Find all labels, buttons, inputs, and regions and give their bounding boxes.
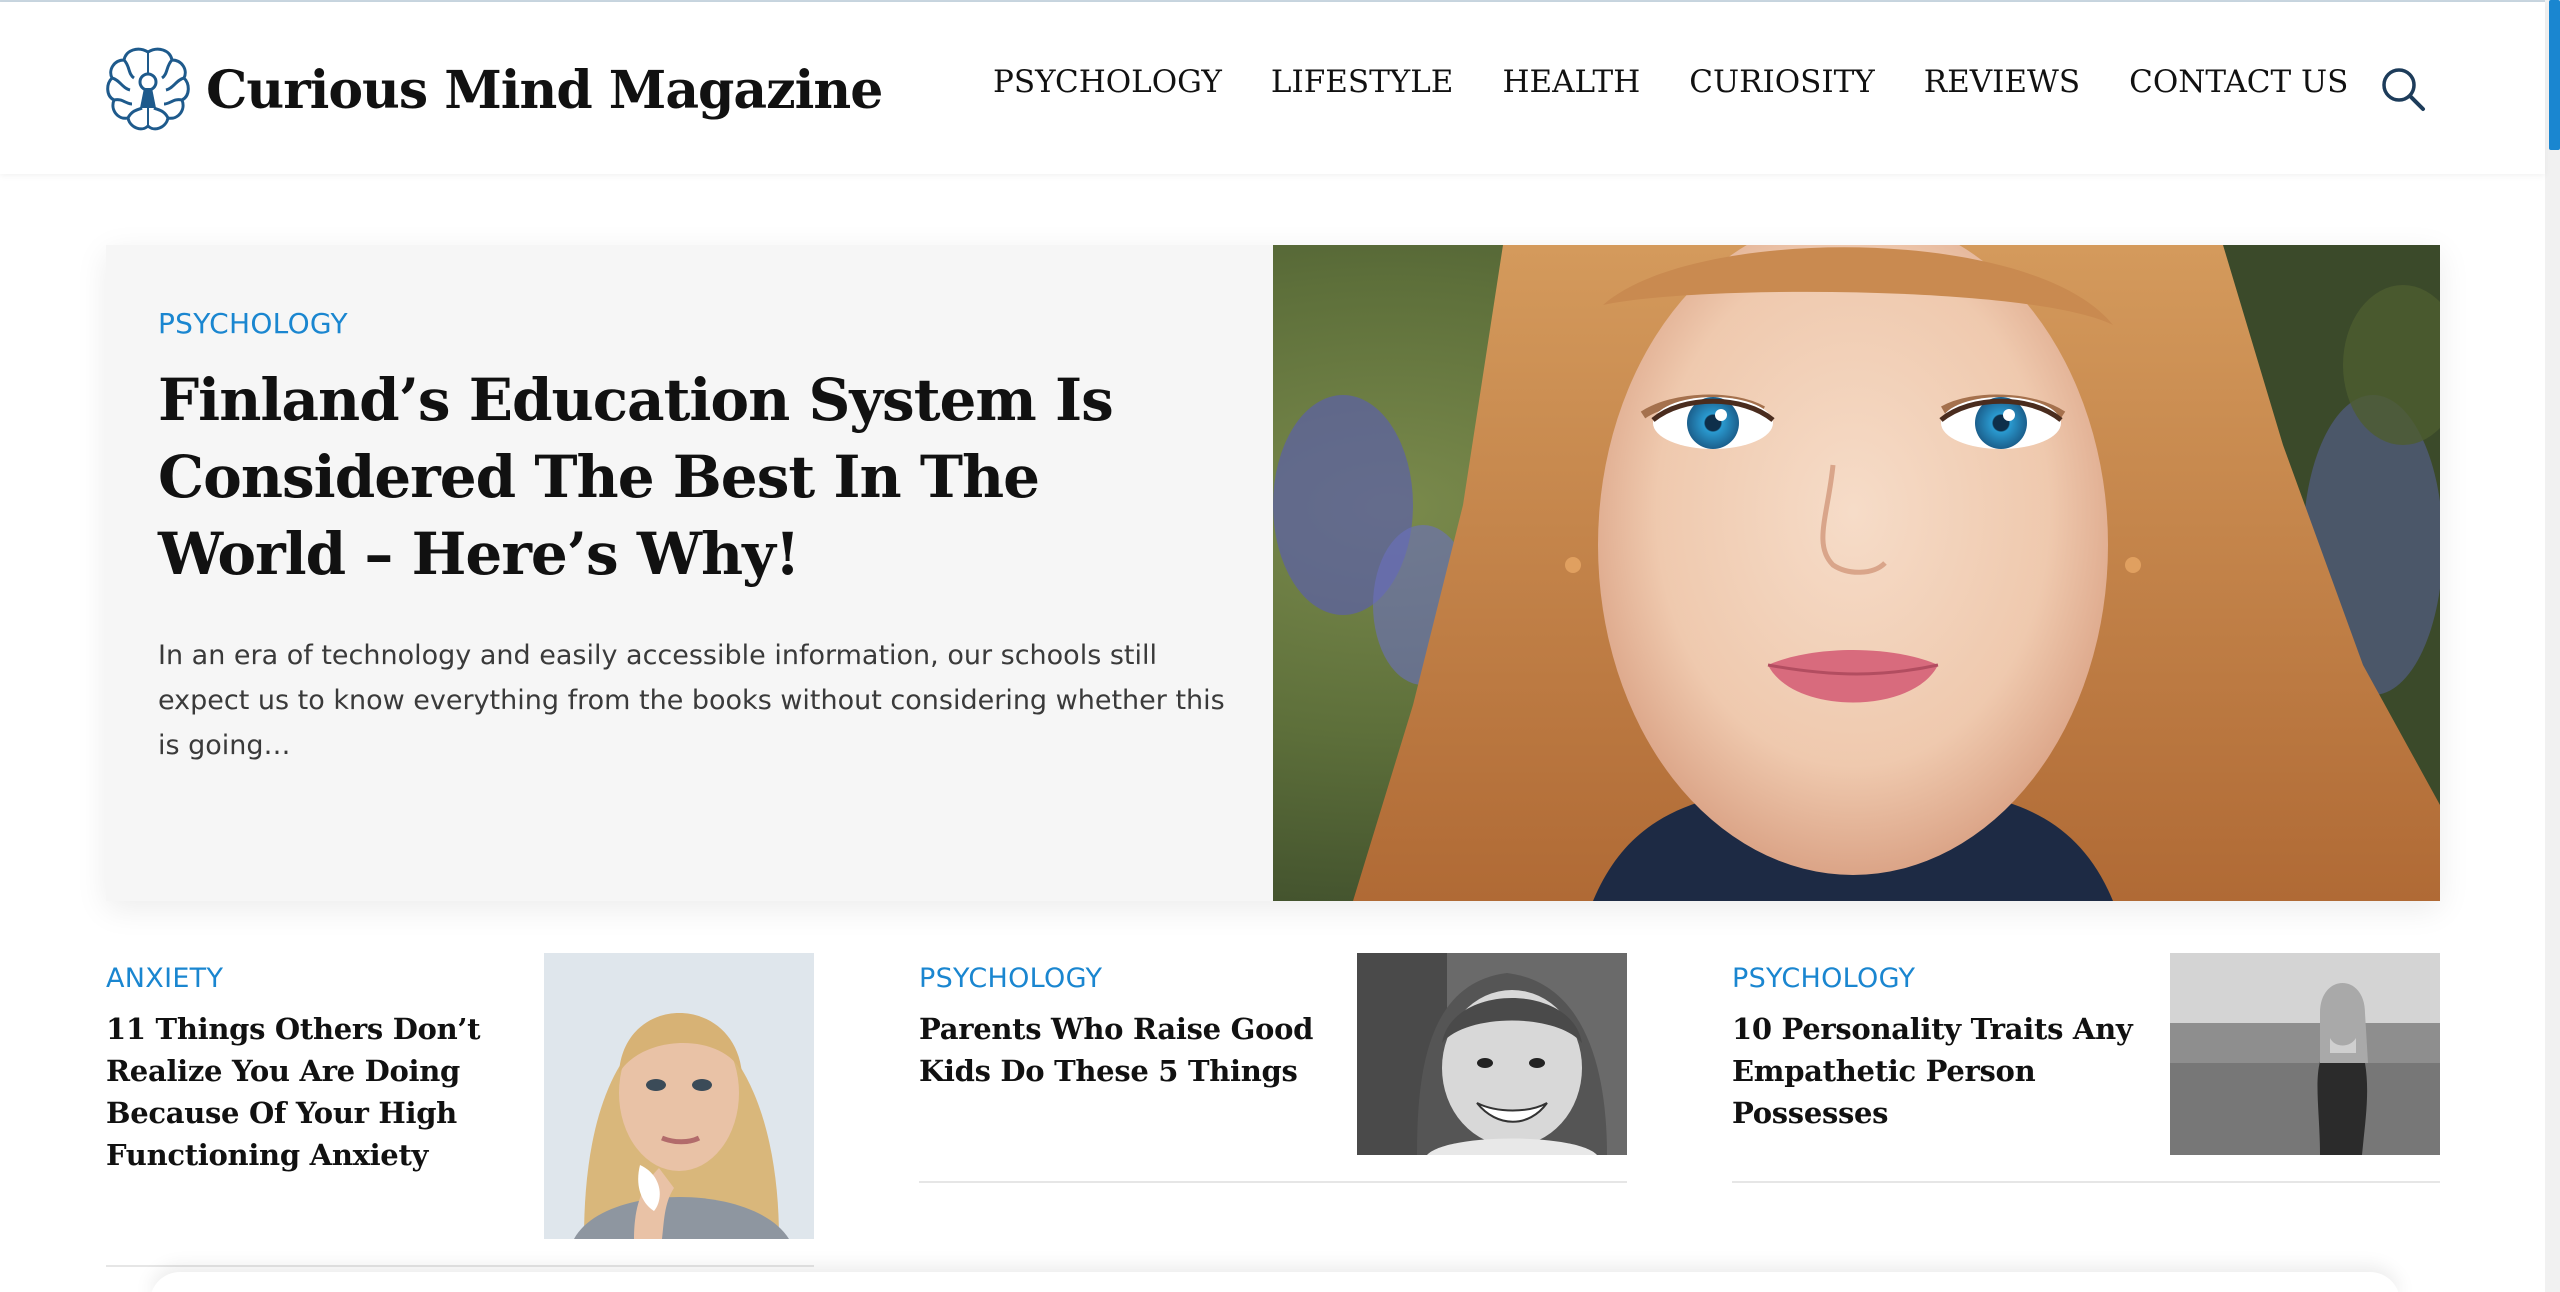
nav-curiosity[interactable]: CURIOSITY <box>1689 64 1874 100</box>
featured-excerpt: In an era of technology and easily acces… <box>158 640 1225 761</box>
girl-portrait-image <box>1273 245 2440 901</box>
card-thumbnail[interactable] <box>2170 953 2440 1155</box>
card-thumbnail[interactable] <box>544 953 814 1239</box>
site-header: Curious Mind Magazine PSYCHOLOGY LIFESTY… <box>0 2 2545 174</box>
featured-title[interactable]: Finland’s Education System Is Considered… <box>158 362 1218 593</box>
nav-health[interactable]: HEALTH <box>1502 64 1640 100</box>
card-category[interactable]: ANXIETY <box>106 963 526 994</box>
nav-reviews[interactable]: REVIEWS <box>1924 64 2080 100</box>
search-button[interactable] <box>2380 66 2426 112</box>
card-divider <box>1732 1181 2440 1183</box>
card-thumbnail[interactable] <box>1357 953 1627 1155</box>
woman-feather-image <box>544 953 814 1239</box>
nav-lifestyle[interactable]: LIFESTYLE <box>1271 64 1454 100</box>
card-category[interactable]: PSYCHOLOGY <box>919 963 1339 994</box>
brain-keyhole-icon <box>106 47 190 131</box>
article-card-text: PSYCHOLOGY 10 Personality Traits Any Emp… <box>1732 963 2152 1134</box>
search-icon <box>2382 68 2425 111</box>
card-title[interactable]: 11 Things Others Don’t Realize You Are D… <box>106 1008 526 1176</box>
card-divider <box>106 1265 814 1267</box>
site-name: Curious Mind Magazine <box>206 59 883 121</box>
article-card-text: ANXIETY 11 Things Others Don’t Realize Y… <box>106 963 526 1176</box>
next-section-edge <box>150 1272 2400 1292</box>
featured-article[interactable]: PSYCHOLOGY Finland’s Education System Is… <box>106 245 2440 901</box>
smiling-girl-image <box>1357 953 1627 1155</box>
featured-category[interactable]: PSYCHOLOGY <box>158 307 1218 340</box>
main-nav: PSYCHOLOGY LIFESTYLE HEALTH CURIOSITY RE… <box>993 64 2348 100</box>
featured-image[interactable] <box>1273 245 2440 901</box>
featured-article-text: PSYCHOLOGY Finland’s Education System Is… <box>158 307 1225 768</box>
site-logo[interactable]: Curious Mind Magazine <box>104 42 883 138</box>
article-card-text: PSYCHOLOGY Parents Who Raise Good Kids D… <box>919 963 1339 1092</box>
scrollbar-thumb[interactable] <box>2549 0 2560 150</box>
woman-field-image <box>2170 953 2440 1155</box>
card-divider <box>919 1181 1627 1183</box>
card-title[interactable]: Parents Who Raise Good Kids Do These 5 T… <box>919 1008 1339 1092</box>
scrollbar[interactable] <box>2545 0 2560 1292</box>
card-category[interactable]: PSYCHOLOGY <box>1732 963 2152 994</box>
nav-psychology[interactable]: PSYCHOLOGY <box>993 64 1222 100</box>
card-title[interactable]: 10 Personality Traits Any Empathetic Per… <box>1732 1008 2152 1134</box>
nav-contact-us[interactable]: CONTACT US <box>2129 64 2348 100</box>
